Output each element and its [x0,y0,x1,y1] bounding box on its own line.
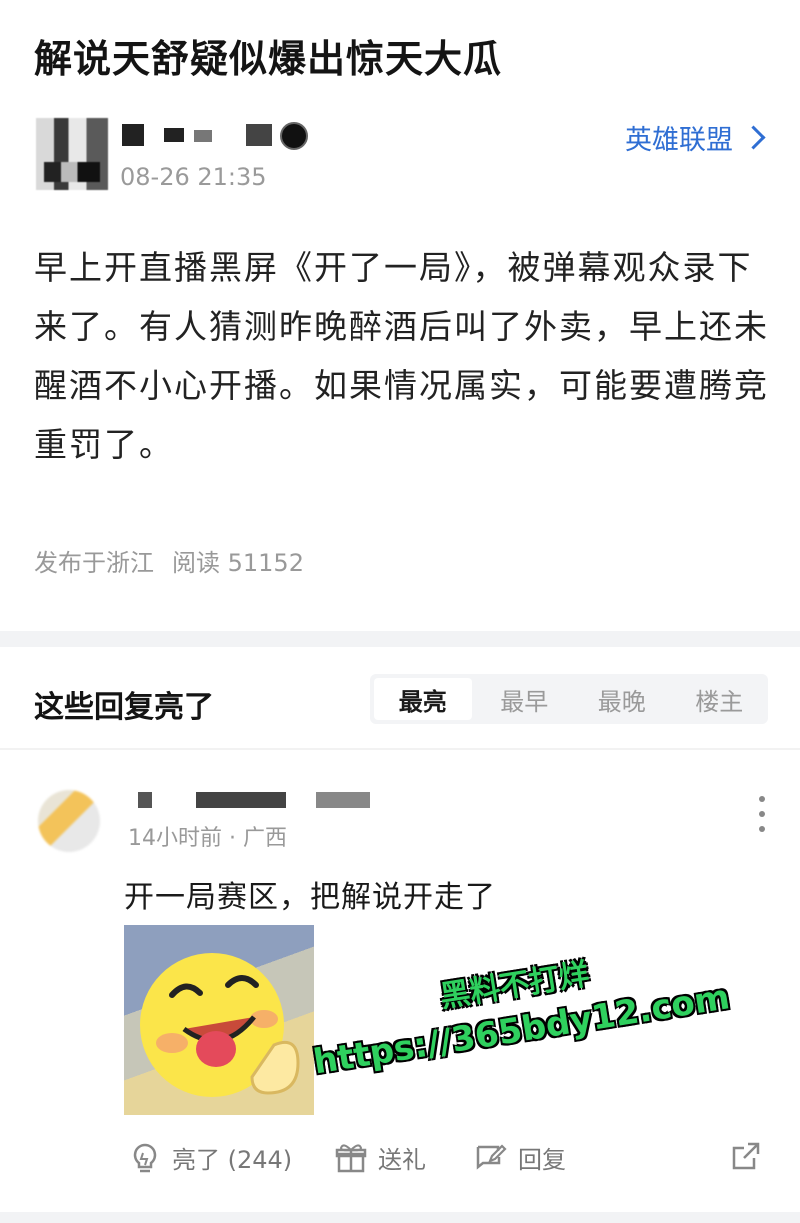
bottom-divider [0,1212,800,1223]
post-body: 早上开直播黑屏《开了一局》，被弹幕观众录下来了。有人猜测昨晚醉酒后叫了外卖，早上… [34,248,769,464]
chevron-right-icon [741,125,766,150]
comments-section-title: 这些回复亮了 [34,690,214,725]
share-icon [732,1142,760,1170]
post-title: 解说天舒疑似爆出惊天大瓜 [34,37,503,81]
watermark-line1: 黑料不打烊 [437,956,592,1015]
topic-link[interactable]: 英雄联盟 [625,118,766,157]
post-location: 发布于浙江 [34,549,154,577]
watermark-line2: https://365bdy12.com [310,977,733,1083]
author-name-pixelated[interactable] [122,122,312,152]
reply-icon [476,1143,507,1170]
commenter-name-pixelated[interactable] [130,792,370,812]
author-avatar[interactable] [36,118,108,190]
reply-label: 回复 [518,1146,566,1174]
author-badge-icon [280,122,308,150]
tab-op-only[interactable]: 楼主 [671,674,769,724]
more-vertical-icon[interactable] [758,796,766,832]
post-time: 08-26 21:35 [120,163,267,191]
gift-label: 送礼 [378,1146,426,1174]
gift-icon [335,1143,367,1172]
commenter-avatar[interactable] [38,790,100,852]
lightbulb-icon [133,1143,157,1172]
comment-text: 开一局赛区，把解说开走了 [124,880,496,915]
like-button[interactable]: 亮了 (244) [128,1140,292,1175]
site-watermark: 黑料不打烊 https://365bdy12.com [293,926,746,1113]
comment-meta: 14小时前 · 广西 [128,826,287,851]
comment-image-emoji[interactable] [124,925,314,1115]
gift-button[interactable]: 送礼 [334,1140,426,1175]
post-reads: 阅读 51152 [172,549,304,577]
header-divider [0,748,800,750]
reply-button[interactable]: 回复 [474,1140,566,1175]
laughing-emoji-icon [140,953,300,1097]
tab-hottest[interactable]: 最亮 [374,678,472,720]
tab-earliest[interactable]: 最早 [476,674,574,724]
section-divider [0,631,800,647]
topic-label: 英雄联盟 [625,125,733,156]
share-button[interactable] [728,1140,762,1174]
post-meta: 发布于浙江 阅读 51152 [34,543,304,578]
comment-actions: 亮了 (244) 送礼 回复 [128,1140,768,1188]
tab-latest[interactable]: 最晚 [573,674,671,724]
comment-sort-tabs: 最亮 最早 最晚 楼主 [370,674,768,724]
like-count-label: 亮了 (244) [172,1146,293,1174]
